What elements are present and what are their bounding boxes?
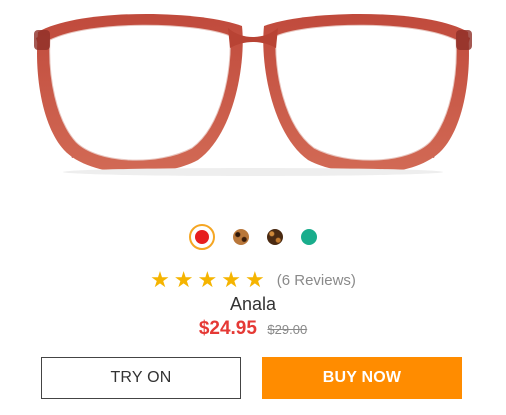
product-name[interactable]: Anala (0, 294, 506, 315)
product-image[interactable] (20, 4, 486, 180)
star-icon: ★ (173, 267, 194, 292)
star-icon: ★ (221, 267, 241, 292)
rating: ★ ★ ★ ★ ★ (6 Reviews) (0, 268, 506, 292)
buy-now-button[interactable]: BUY NOW (262, 357, 462, 399)
color-dot-red (195, 230, 209, 244)
color-swatch-teal[interactable] (301, 229, 317, 245)
star-icon: ★ (150, 267, 170, 292)
color-swatches (0, 222, 506, 252)
color-swatch-tortoise-dark[interactable] (267, 229, 283, 245)
price-block: $24.95 $29.00 (0, 318, 506, 340)
original-price: $29.00 (267, 322, 308, 337)
color-swatch-tortoise-light[interactable] (233, 229, 249, 245)
glasses-image (34, 13, 472, 176)
reviews-link[interactable]: (6 Reviews) (277, 272, 356, 289)
star-icon: ★ (245, 267, 265, 292)
star-icon: ★ (197, 267, 218, 292)
sale-price: $24.95 (198, 318, 257, 339)
try-on-button[interactable]: TRY ON (41, 357, 241, 399)
color-swatch-red[interactable] (189, 224, 215, 250)
